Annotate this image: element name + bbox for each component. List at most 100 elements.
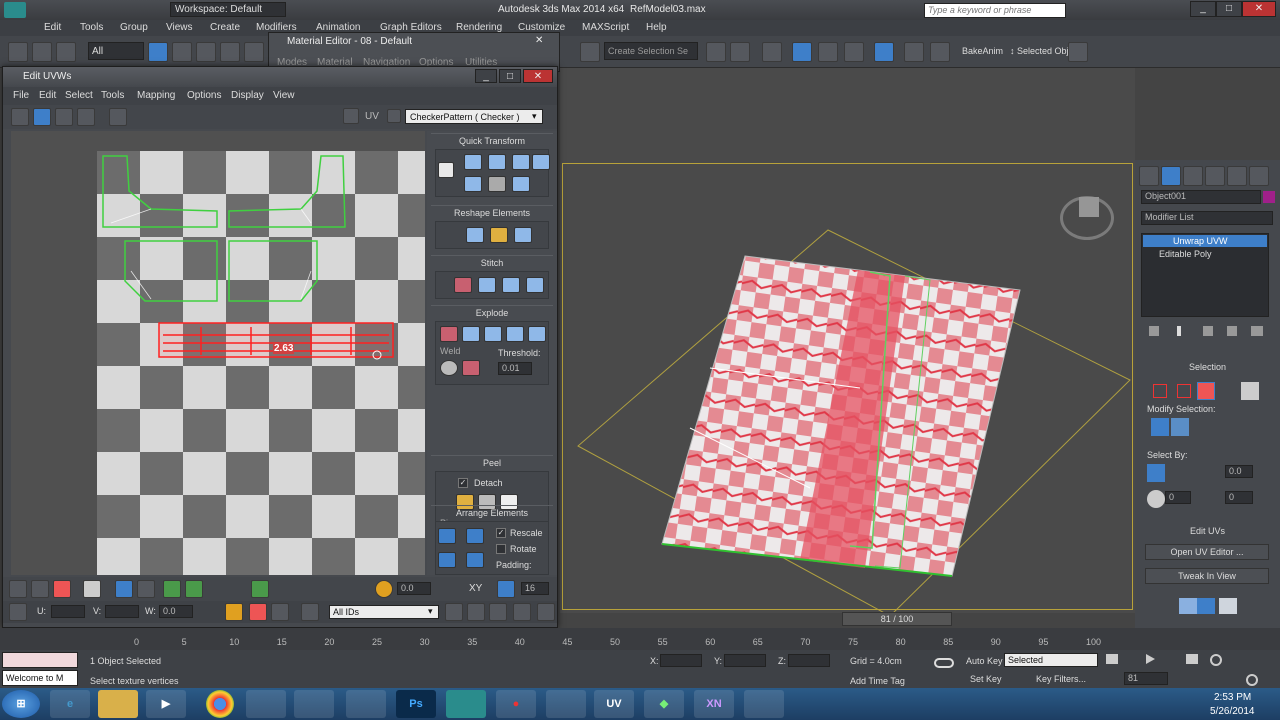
u-field[interactable]	[51, 605, 85, 618]
stitch-settings-icon[interactable]	[526, 277, 544, 293]
uv-app-icon[interactable]: UV	[594, 690, 634, 718]
pen-app-icon[interactable]	[546, 690, 586, 718]
z-coord-field[interactable]	[788, 654, 830, 667]
menu-help[interactable]: Help	[646, 22, 667, 33]
show-end-result-icon[interactable]	[1177, 326, 1181, 336]
zoom-selected-icon[interactable]	[537, 603, 555, 621]
uv-tool-icon-1[interactable]	[1179, 598, 1197, 614]
polygon-mode-icon[interactable]	[53, 580, 71, 598]
rotate-checkbox[interactable]	[496, 544, 506, 554]
selection-filter-dropdown[interactable]: All	[88, 42, 144, 60]
mirror-tool-icon[interactable]	[706, 42, 726, 62]
goto-end-icon[interactable]	[1186, 654, 1198, 664]
start-button[interactable]: ⊞	[2, 690, 40, 718]
uv-menu-file[interactable]: File	[13, 90, 29, 101]
window-crossing-icon[interactable]	[220, 42, 240, 62]
id-filter-dropdown[interactable]: All IDs ▾	[329, 605, 439, 619]
select-by-name-icon[interactable]	[172, 42, 192, 62]
maximize-button[interactable]: □	[1216, 1, 1242, 17]
orbit-icon[interactable]	[1246, 674, 1258, 686]
menu-views[interactable]: Views	[166, 22, 193, 33]
minimize-button[interactable]: _	[1190, 1, 1216, 17]
named-selection-field[interactable]: Create Selection Se	[604, 42, 698, 60]
vertex-mode-icon[interactable]	[9, 580, 27, 598]
bind-spacewarp-icon[interactable]	[56, 42, 76, 62]
pin-stack-icon[interactable]	[1149, 326, 1159, 336]
material-editor-close[interactable]: ✕	[535, 35, 543, 46]
auto-key-button[interactable]: Auto Key	[966, 656, 1003, 666]
uv-rotate-icon[interactable]	[33, 108, 51, 126]
pan-icon[interactable]	[445, 603, 463, 621]
flatten-icon[interactable]	[484, 326, 502, 342]
stitch-custom-icon[interactable]	[454, 277, 472, 293]
w-field[interactable]: 0.0	[159, 605, 193, 618]
absolute-mode-icon[interactable]	[9, 603, 27, 621]
texture-map-dropdown[interactable]: CheckerPattern ( Checker ) ▾	[405, 109, 543, 124]
select-by-element-icon[interactable]	[1147, 464, 1165, 482]
edge-mode-icon[interactable]	[31, 580, 49, 598]
rect-selection-icon[interactable]	[196, 42, 216, 62]
select-object-icon[interactable]	[148, 42, 168, 62]
break-icon[interactable]	[440, 326, 458, 342]
edit-uvs-rollout-title[interactable]: Edit UVs	[1135, 526, 1280, 536]
align-icon[interactable]	[730, 42, 750, 62]
mirror-icon[interactable]	[580, 42, 600, 62]
render-frame-icon[interactable]	[930, 42, 950, 62]
menu-create[interactable]: Create	[210, 22, 240, 33]
soft-select-icon[interactable]	[375, 580, 393, 598]
edge-selection-icon[interactable]	[1177, 384, 1191, 398]
uv-freeform-icon[interactable]	[77, 108, 95, 126]
select-by-value-field[interactable]: 0.0	[1225, 465, 1253, 478]
app-logo-icon[interactable]	[4, 2, 26, 18]
uv-canvas[interactable]: 2.63	[11, 131, 425, 575]
align-bottom-icon[interactable]	[464, 176, 482, 192]
uv-mirror-icon[interactable]	[109, 108, 127, 126]
render-setup-icon[interactable]	[904, 42, 924, 62]
stack-item-unwrap[interactable]: Unwrap UVW	[1143, 235, 1267, 247]
menu-edit[interactable]: Edit	[44, 22, 61, 33]
lock-icon[interactable]	[225, 603, 243, 621]
clock-date[interactable]: 5/26/2014	[1210, 706, 1255, 717]
grow-icon[interactable]	[115, 580, 133, 598]
set-key-button[interactable]: Set Key	[970, 674, 1002, 684]
uv-menu-options[interactable]: Options	[187, 90, 221, 101]
utilities-tab-icon[interactable]	[1249, 166, 1269, 186]
uv-menu-display[interactable]: Display	[231, 90, 264, 101]
modifier-list-dropdown[interactable]: Modifier List	[1141, 211, 1273, 225]
tweak-in-view-button[interactable]: Tweak In View	[1145, 568, 1269, 584]
hide-icon[interactable]	[271, 603, 289, 621]
x-coord-field[interactable]	[660, 654, 702, 667]
relax-icon[interactable]	[490, 227, 508, 243]
reshape-elements-header[interactable]: Reshape Elements	[431, 205, 553, 219]
pack-custom-icon[interactable]	[438, 528, 456, 544]
menu-maxscript[interactable]: MAXScript	[582, 22, 629, 33]
falloff-field[interactable]: 0.0	[397, 582, 431, 595]
spacing-icon[interactable]	[532, 154, 550, 170]
uv-menu-select[interactable]: Select	[65, 90, 93, 101]
uv-menu-tools[interactable]: Tools	[101, 90, 124, 101]
maxscript-output[interactable]: Welcome to M	[2, 670, 78, 686]
folder-icon[interactable]	[294, 690, 334, 718]
y-coord-field[interactable]	[724, 654, 766, 667]
script-tool-icon[interactable]	[1068, 42, 1088, 62]
zoom-viewport-icon[interactable]	[1210, 654, 1222, 666]
make-unique-icon[interactable]	[1203, 326, 1213, 336]
media-player-icon[interactable]: ▶	[146, 690, 186, 718]
layer-manager-icon[interactable]	[762, 42, 782, 62]
explorer-icon[interactable]	[98, 690, 138, 718]
uv-close-button[interactable]: ✕	[523, 69, 553, 83]
bake-anim-label[interactable]: BakeAnim	[962, 46, 1003, 56]
selection-rollout-title[interactable]: Selection	[1135, 362, 1280, 372]
zoom-region-icon[interactable]	[489, 603, 507, 621]
straighten-icon[interactable]	[466, 227, 484, 243]
select-by-angle-icon[interactable]	[1147, 490, 1165, 508]
uv-options-icon[interactable]	[387, 109, 401, 123]
uv-menu-mapping[interactable]: Mapping	[137, 90, 175, 101]
xy-label[interactable]: XY	[469, 583, 482, 594]
3dsmax-icon[interactable]	[446, 690, 486, 718]
current-frame-field[interactable]: 81	[1124, 672, 1168, 685]
align-vertical-icon[interactable]	[464, 154, 482, 170]
pivot-icon[interactable]	[488, 176, 506, 192]
detach-edge-icon[interactable]	[462, 326, 480, 342]
select-by-value-field-2[interactable]: 0	[1165, 491, 1191, 504]
